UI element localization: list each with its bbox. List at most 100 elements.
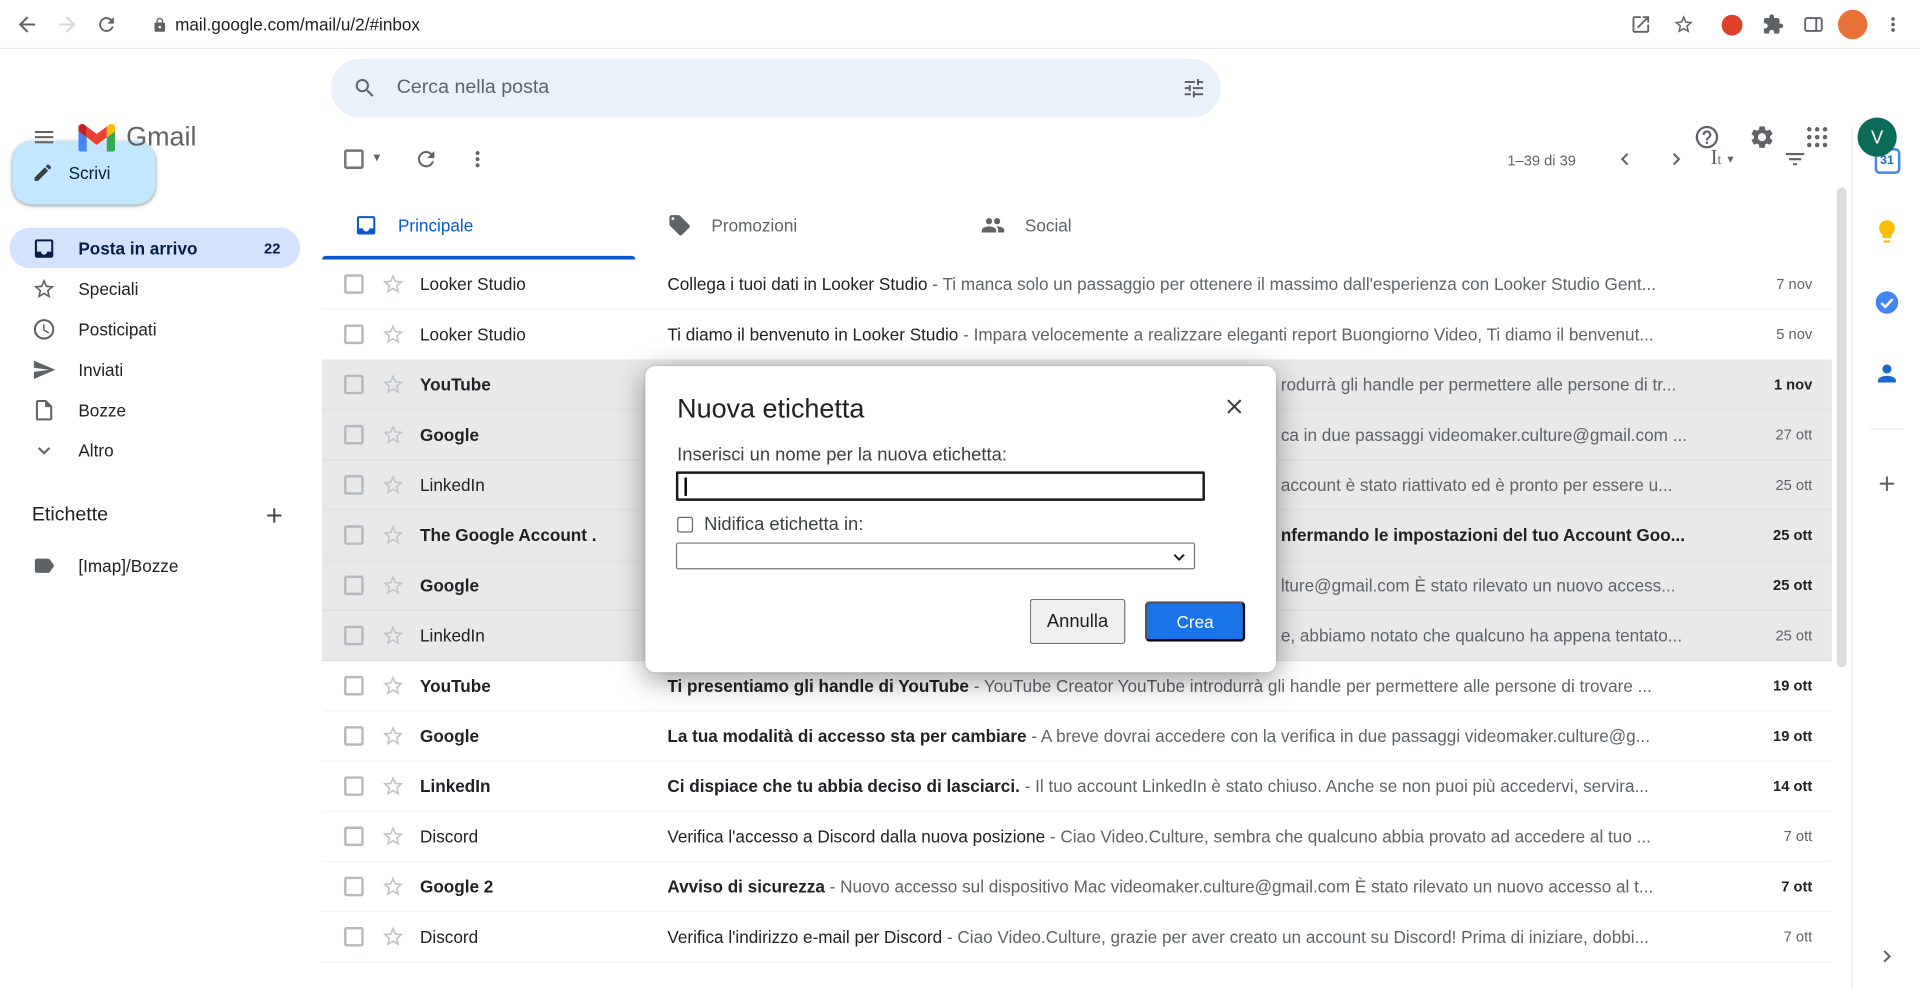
list-scrollbar-thumb[interactable] — [1837, 187, 1847, 667]
email-snippet: YouTube Creator YouTube introdurrà gli h… — [984, 676, 1652, 696]
row-checkbox[interactable] — [344, 927, 364, 947]
select-all-checkbox[interactable] — [344, 149, 364, 169]
newer-page-button[interactable] — [1610, 144, 1639, 173]
close-icon — [1222, 394, 1246, 418]
create-button[interactable]: Crea — [1145, 601, 1245, 641]
contacts-button[interactable] — [1862, 349, 1911, 398]
email-separator: - — [958, 324, 973, 344]
row-star-icon[interactable] — [381, 322, 405, 346]
browser-refresh-button[interactable] — [92, 10, 121, 39]
url-bar[interactable]: mail.google.com/mail/u/2/#inbox — [175, 15, 420, 35]
email-row[interactable]: Discord Verifica l'accesso a Discord dal… — [322, 812, 1832, 862]
create-label-button[interactable] — [262, 503, 286, 527]
gmail-page: mail.google.com/mail/u/2/#inbox Gmail — [0, 0, 1920, 989]
sidebar-item-snoozed[interactable]: Posticipati — [10, 309, 300, 349]
search-options-button[interactable] — [1182, 76, 1206, 100]
label-list: [Imap]/Bozze — [0, 545, 313, 585]
search-icon[interactable] — [353, 76, 377, 100]
select-dropdown-icon[interactable]: ▾ — [373, 149, 380, 165]
sidebar-nav: Posta in arrivo 22 Speciali Posticipati … — [0, 228, 313, 470]
refresh-list-button[interactable] — [413, 146, 440, 173]
older-page-button[interactable] — [1662, 144, 1691, 173]
dialog-close-button[interactable] — [1221, 393, 1248, 420]
row-star-icon[interactable] — [381, 473, 405, 497]
row-checkbox[interactable] — [344, 324, 364, 344]
row-checkbox[interactable] — [344, 576, 364, 596]
email-row[interactable]: Looker Studio Collega i tuoi dati in Loo… — [322, 260, 1832, 310]
email-row[interactable]: Google 2 Avviso di sicurezza - Nuovo acc… — [322, 862, 1832, 912]
nest-checkbox[interactable] — [677, 517, 693, 533]
gmail-logo[interactable]: Gmail — [78, 111, 196, 162]
browser-back-button[interactable] — [12, 10, 41, 39]
row-checkbox[interactable] — [344, 776, 364, 796]
browser-share-button[interactable] — [1626, 10, 1655, 39]
sidebar-label-imap-bozze[interactable]: [Imap]/Bozze — [10, 545, 300, 585]
collapse-side-panel-button[interactable] — [1862, 932, 1911, 981]
row-star-icon[interactable] — [381, 874, 405, 898]
email-preview: Verifica l'indirizzo e-mail per Discord … — [667, 927, 1716, 947]
row-star-icon[interactable] — [381, 924, 405, 948]
parent-label-select[interactable] — [676, 542, 1195, 569]
get-addons-button[interactable] — [1862, 459, 1911, 508]
email-row[interactable]: Looker Studio Ti diamo il benvenuto in L… — [322, 310, 1832, 360]
email-row[interactable]: Discord Verifica l'indirizzo e-mail per … — [322, 912, 1832, 962]
email-preview: Ti diamo il benvenuto in Looker Studio -… — [667, 324, 1716, 344]
extensions-button[interactable] — [1758, 10, 1787, 39]
email-sender: Looker Studio — [420, 324, 653, 344]
row-checkbox[interactable] — [344, 726, 364, 746]
google-apps-button[interactable] — [1802, 122, 1831, 151]
row-checkbox[interactable] — [344, 525, 364, 545]
tab-social[interactable]: Social — [949, 191, 1262, 260]
browser-forward-button[interactable] — [53, 10, 82, 39]
email-snippet: A breve dovrai accedere con la verifica … — [1041, 726, 1650, 746]
help-button[interactable] — [1692, 122, 1721, 151]
row-star-icon[interactable] — [381, 774, 405, 798]
browser-menu-button[interactable] — [1878, 10, 1907, 39]
email-row[interactable]: Google La tua modalità di accesso sta pe… — [322, 711, 1832, 761]
row-star-icon[interactable] — [381, 824, 405, 848]
label-name-input[interactable] — [676, 471, 1205, 500]
sidebar-item-inbox[interactable]: Posta in arrivo 22 — [10, 228, 300, 268]
site-security-button[interactable] — [144, 10, 173, 39]
main-menu-button[interactable] — [29, 122, 58, 151]
row-star-icon[interactable] — [381, 523, 405, 547]
row-checkbox[interactable] — [344, 375, 364, 395]
row-star-icon[interactable] — [381, 623, 405, 647]
chevron-down-icon — [32, 438, 56, 462]
row-checkbox[interactable] — [344, 475, 364, 495]
row-checkbox[interactable] — [344, 877, 364, 897]
side-panel-button[interactable] — [1799, 10, 1828, 39]
adblock-extension-icon[interactable] — [1722, 15, 1743, 36]
row-star-icon[interactable] — [381, 673, 405, 697]
settings-button[interactable] — [1747, 122, 1776, 151]
more-options-button[interactable] — [464, 146, 491, 173]
email-date: 7 ott — [1717, 878, 1813, 895]
dialog-title: Nuova etichetta — [677, 393, 864, 425]
tab-principale[interactable]: Principale — [322, 191, 635, 260]
sidebar-item-more[interactable]: Altro — [10, 430, 300, 470]
row-checkbox[interactable] — [344, 626, 364, 646]
email-preview: Ti presentiamo gli handle di YouTube - Y… — [667, 676, 1716, 696]
row-checkbox[interactable] — [344, 676, 364, 696]
tasks-button[interactable] — [1862, 278, 1911, 327]
row-star-icon[interactable] — [381, 372, 405, 396]
email-row[interactable]: LinkedIn Ci dispiace che tu abbia deciso… — [322, 762, 1832, 812]
row-checkbox[interactable] — [344, 274, 364, 294]
tab-promozioni[interactable]: Promozioni — [636, 191, 949, 260]
email-preview: Ci dispiace che tu abbia deciso di lasci… — [667, 776, 1716, 796]
row-star-icon[interactable] — [381, 724, 405, 748]
account-avatar[interactable]: V — [1858, 118, 1897, 157]
cancel-button[interactable]: Annulla — [1030, 599, 1126, 644]
browser-profile-avatar[interactable] — [1838, 10, 1867, 39]
row-star-icon[interactable] — [381, 422, 405, 446]
bookmark-button[interactable] — [1669, 10, 1698, 39]
keep-button[interactable] — [1862, 207, 1911, 256]
row-checkbox[interactable] — [344, 425, 364, 445]
row-star-icon[interactable] — [381, 573, 405, 597]
row-checkbox[interactable] — [344, 827, 364, 847]
row-star-icon[interactable] — [381, 272, 405, 296]
search-input[interactable] — [397, 77, 1182, 99]
sidebar-item-sent[interactable]: Inviati — [10, 349, 300, 389]
sidebar-item-drafts[interactable]: Bozze — [10, 389, 300, 429]
sidebar-item-starred[interactable]: Speciali — [10, 268, 300, 308]
